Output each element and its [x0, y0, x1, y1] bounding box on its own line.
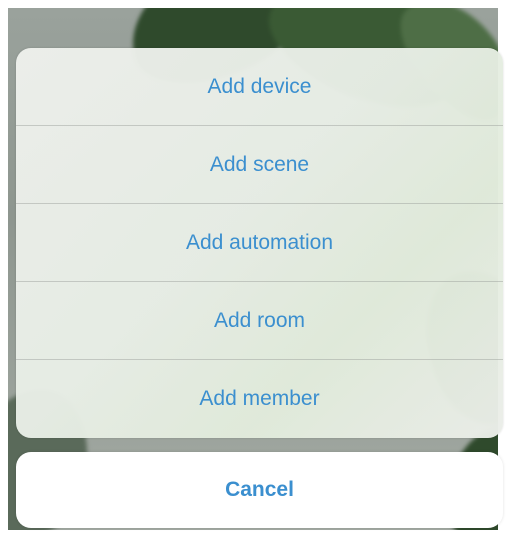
add-room-option[interactable]: Add room: [16, 282, 503, 360]
add-scene-option[interactable]: Add scene: [16, 126, 503, 204]
action-sheet: Add device Add scene Add automation Add …: [16, 48, 503, 438]
cancel-button[interactable]: Cancel: [16, 452, 503, 528]
add-member-option[interactable]: Add member: [16, 360, 503, 438]
add-device-option[interactable]: Add device: [16, 48, 503, 126]
add-automation-option[interactable]: Add automation: [16, 204, 503, 282]
screen: Add device Add scene Add automation Add …: [0, 0, 511, 537]
